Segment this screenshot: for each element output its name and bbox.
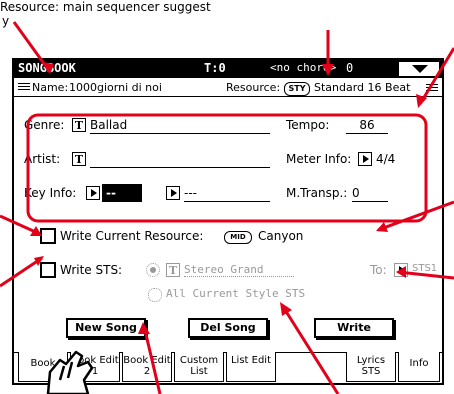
tab-label: Custom List bbox=[179, 355, 219, 377]
divider bbox=[14, 96, 442, 97]
tab-label: List Edit bbox=[230, 355, 272, 366]
tempo-label: Tempo: bbox=[286, 118, 330, 132]
style-badge-icon: STY bbox=[284, 82, 310, 96]
tab-lyrics-sts[interactable]: Lyrics STS bbox=[346, 352, 396, 382]
caption-fragment: y bbox=[2, 14, 10, 28]
display-screen: SONGBOOK T:0 <no chord> 0 Name: 1000gior… bbox=[12, 58, 444, 385]
list-icon bbox=[18, 82, 30, 92]
key-arrow-button[interactable] bbox=[86, 186, 100, 200]
tab-book-edit-1[interactable]: Book Edit 1 bbox=[70, 352, 120, 382]
meter-arrow-button[interactable] bbox=[358, 152, 372, 166]
tab-custom-list[interactable]: Custom List bbox=[174, 352, 224, 382]
mtransp-label: M.Transp.: bbox=[286, 186, 348, 200]
del-song-button[interactable]: Del Song bbox=[188, 318, 268, 338]
new-song-button[interactable]: New Song bbox=[66, 318, 146, 338]
write-resource-label: Write Current Resource: bbox=[60, 229, 204, 243]
to-label: To: bbox=[370, 263, 387, 277]
tab-label: Book bbox=[30, 358, 56, 369]
genre-field[interactable]: Ballad bbox=[90, 118, 270, 134]
page-title: SONGBOOK bbox=[18, 61, 76, 75]
meter-value: 4/4 bbox=[376, 152, 396, 166]
meter-label: Meter Info: bbox=[286, 152, 352, 166]
tab-label: Book Edit 1 bbox=[71, 355, 119, 377]
text-edit-icon[interactable]: T bbox=[72, 152, 86, 166]
resource-label: Resource: bbox=[226, 81, 281, 94]
tab-label: Book Edit 2 bbox=[123, 355, 171, 377]
key-mode-field[interactable]: --- bbox=[184, 186, 270, 202]
artist-label: Artist: bbox=[24, 152, 61, 166]
tab-book-edit-2[interactable]: Book Edit 2 bbox=[122, 352, 172, 382]
key-mode-arrow-button[interactable] bbox=[166, 186, 180, 200]
chord-indicator: <no chord> bbox=[270, 61, 337, 74]
list-icon bbox=[426, 83, 438, 93]
genre-label: Genre: bbox=[24, 118, 65, 132]
tab-list-edit[interactable]: List Edit bbox=[226, 352, 276, 382]
all-sts-radio[interactable] bbox=[148, 288, 162, 302]
key-field[interactable]: -- bbox=[102, 184, 142, 202]
song-name: 1000giorni di noi bbox=[69, 81, 162, 94]
chord-value: 0 bbox=[346, 61, 354, 75]
write-sts-checkbox[interactable] bbox=[40, 262, 56, 278]
tab-info[interactable]: Info bbox=[398, 352, 440, 382]
tempo-field[interactable]: 86 bbox=[346, 118, 388, 134]
midi-badge-icon: MID bbox=[224, 231, 252, 244]
resource-name: Canyon bbox=[258, 229, 304, 243]
resource-value: Standard 16 Beat bbox=[314, 81, 411, 94]
text-edit-icon: T bbox=[166, 263, 180, 277]
name-label: Name: bbox=[32, 81, 69, 94]
all-sts-label: All Current Style STS bbox=[166, 287, 306, 300]
tab-book[interactable]: Book bbox=[18, 352, 68, 382]
sts-field: Stereo Grand bbox=[184, 263, 294, 277]
write-resource-checkbox[interactable] bbox=[40, 228, 56, 244]
to-arrow-button[interactable] bbox=[394, 263, 408, 277]
track-indicator: T:0 bbox=[204, 61, 226, 75]
text-edit-icon[interactable]: T bbox=[72, 118, 86, 132]
page-menu-button[interactable] bbox=[398, 61, 440, 77]
write-sts-label: Write STS: bbox=[60, 263, 123, 277]
tab-label: Lyrics STS bbox=[356, 355, 386, 377]
caption-line: Resource: main sequencer suggest bbox=[0, 0, 211, 14]
mtransp-field[interactable]: 0 bbox=[352, 186, 388, 202]
tab-label: Info bbox=[409, 358, 429, 369]
sts-radio[interactable] bbox=[146, 263, 160, 277]
write-button[interactable]: Write bbox=[314, 318, 394, 338]
key-label: Key Info: bbox=[24, 186, 77, 200]
title-bar: SONGBOOK T:0 <no chord> 0 bbox=[14, 60, 442, 78]
to-value: STS1 bbox=[412, 263, 438, 274]
artist-field[interactable] bbox=[90, 152, 270, 168]
